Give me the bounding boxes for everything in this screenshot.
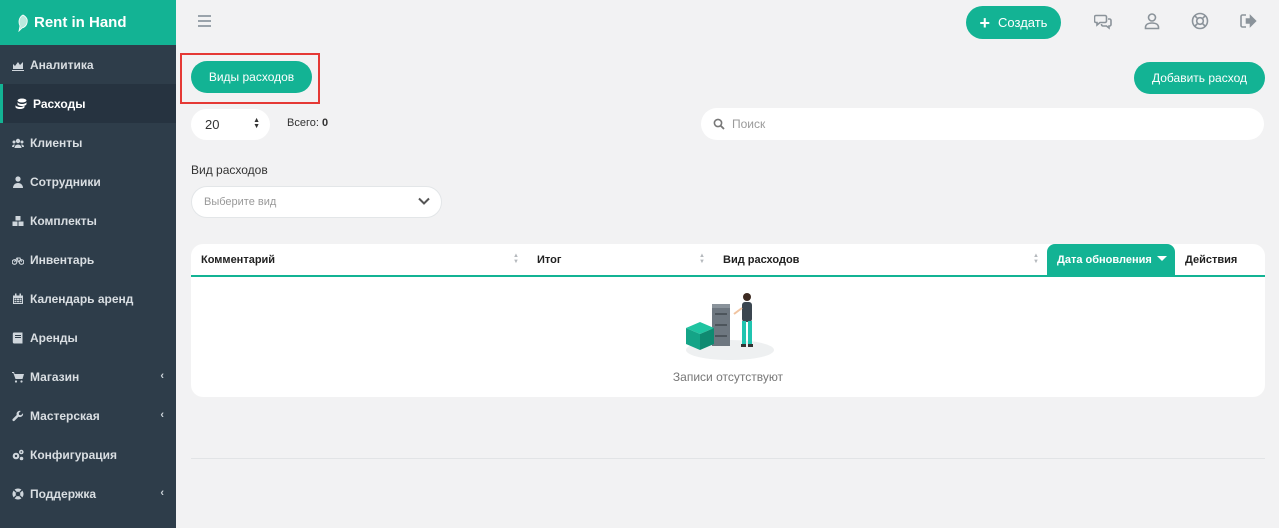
lifebuoy-icon bbox=[11, 488, 24, 500]
support-icon[interactable] bbox=[1191, 12, 1211, 32]
expenses-table: Комментарий ▲ ▼ Итог ▲ ▼ Вид расходов ▲ ▼ Д… bbox=[191, 244, 1265, 397]
book-icon bbox=[11, 332, 24, 344]
chevron-down-icon bbox=[418, 197, 430, 205]
filter-label: Вид расходов bbox=[191, 163, 268, 177]
menu-toggle-icon[interactable] bbox=[198, 15, 211, 27]
sidebar: Rent in Hand Аналитика Расходы Клиенты С… bbox=[0, 0, 176, 528]
sidebar-item-rentals[interactable]: Аренды bbox=[0, 318, 176, 357]
sort-icon: ▲ ▼ bbox=[699, 253, 705, 265]
chart-icon bbox=[11, 59, 24, 71]
sort-icon: ▲ ▼ bbox=[513, 253, 519, 265]
calendar-icon bbox=[11, 293, 24, 305]
sidebar-item-label: Аналитика bbox=[30, 57, 94, 72]
empty-state-illustration bbox=[686, 293, 774, 360]
sidebar-item-label: Конфигурация bbox=[30, 447, 118, 462]
create-button-label: Создать bbox=[998, 15, 1048, 30]
total-count: Всего: 0 bbox=[287, 117, 328, 129]
caret-down-icon bbox=[1157, 256, 1167, 261]
sidebar-item-workshop[interactable]: Мастерская ‹ bbox=[0, 396, 176, 435]
sidebar-item-rental-calendar[interactable]: Календарь аренд bbox=[0, 279, 176, 318]
add-expense-button[interactable]: Добавить расход bbox=[1134, 62, 1265, 94]
column-label: Действия bbox=[1185, 253, 1238, 266]
plus-icon: + bbox=[979, 12, 991, 33]
sidebar-item-label: Мастерская bbox=[30, 408, 100, 423]
sidebar-item-expenses[interactable]: Расходы bbox=[0, 84, 176, 123]
coins-icon bbox=[14, 98, 27, 110]
page-size-select[interactable]: 20 ▲ ▼ bbox=[191, 109, 270, 140]
cogs-icon bbox=[11, 449, 24, 461]
column-header-total[interactable]: Итог ▲ ▼ bbox=[527, 244, 713, 275]
expense-type-select[interactable]: Выберите вид bbox=[191, 186, 442, 218]
add-expense-button-label: Добавить расход bbox=[1152, 71, 1247, 85]
sidebar-nav: Аналитика Расходы Клиенты Сотрудники Ком… bbox=[0, 45, 176, 513]
column-header-actions: Действия bbox=[1175, 244, 1265, 275]
expense-type-placeholder: Выберите вид bbox=[204, 196, 277, 208]
sidebar-item-employees[interactable]: Сотрудники bbox=[0, 162, 176, 201]
sort-icon: ▲ ▼ bbox=[1033, 253, 1039, 265]
topbar: + Создать bbox=[176, 0, 1279, 45]
bicycle-icon bbox=[11, 254, 24, 266]
sidebar-item-kits[interactable]: Комплекты bbox=[0, 201, 176, 240]
chevron-left-icon: ‹ bbox=[160, 487, 164, 499]
column-header-expense-type[interactable]: Вид расходов ▲ ▼ bbox=[713, 244, 1047, 275]
logout-icon[interactable] bbox=[1239, 12, 1259, 32]
sidebar-item-shop[interactable]: Магазин ‹ bbox=[0, 357, 176, 396]
sidebar-item-label: Магазин bbox=[30, 369, 80, 384]
chevron-left-icon: ‹ bbox=[160, 409, 164, 421]
sidebar-item-inventory[interactable]: Инвентарь bbox=[0, 240, 176, 279]
sidebar-item-label: Поддержка bbox=[30, 486, 97, 501]
sidebar-item-label: Комплекты bbox=[30, 213, 97, 228]
column-header-updated-date[interactable]: Дата обновления bbox=[1047, 244, 1175, 275]
wrench-icon bbox=[11, 410, 24, 422]
divider bbox=[191, 458, 1265, 459]
sidebar-item-label: Календарь аренд bbox=[30, 291, 134, 306]
table-header: Комментарий ▲ ▼ Итог ▲ ▼ Вид расходов ▲ ▼ Д… bbox=[191, 244, 1265, 277]
users-icon bbox=[11, 137, 24, 149]
search-icon bbox=[713, 118, 725, 130]
sidebar-item-configuration[interactable]: Конфигурация bbox=[0, 435, 176, 474]
column-label: Итог bbox=[537, 253, 562, 266]
create-button[interactable]: + Создать bbox=[966, 6, 1061, 39]
sidebar-item-analytics[interactable]: Аналитика bbox=[0, 45, 176, 84]
column-label: Дата обновления bbox=[1057, 253, 1152, 266]
column-label: Вид расходов bbox=[723, 253, 800, 266]
search-input[interactable] bbox=[732, 117, 1232, 131]
search-box bbox=[701, 108, 1264, 140]
sidebar-item-clients[interactable]: Клиенты bbox=[0, 123, 176, 162]
page-size-value: 20 bbox=[205, 117, 220, 132]
user-icon[interactable] bbox=[1143, 12, 1163, 32]
sidebar-item-label: Клиенты bbox=[30, 135, 83, 150]
highlight-box bbox=[180, 53, 320, 104]
sidebar-item-label: Сотрудники bbox=[30, 174, 101, 189]
empty-state: Записи отсутствуют bbox=[191, 286, 1265, 384]
sidebar-item-support[interactable]: Поддержка ‹ bbox=[0, 474, 176, 513]
chat-icon[interactable] bbox=[1093, 12, 1114, 32]
boxes-icon bbox=[11, 215, 24, 227]
brand[interactable]: Rent in Hand bbox=[0, 0, 176, 45]
logo-icon bbox=[18, 14, 28, 32]
total-label: Всего: bbox=[287, 117, 319, 129]
brand-name: Rent in Hand bbox=[34, 14, 127, 31]
cart-icon bbox=[11, 371, 24, 383]
column-label: Комментарий bbox=[201, 253, 276, 266]
user-tie-icon bbox=[11, 175, 24, 188]
total-value: 0 bbox=[321, 117, 329, 129]
column-header-comment[interactable]: Комментарий ▲ ▼ bbox=[191, 244, 527, 275]
chevron-left-icon: ‹ bbox=[160, 370, 164, 382]
sidebar-item-label: Аренды bbox=[30, 330, 78, 345]
sidebar-item-label: Расходы bbox=[33, 96, 86, 111]
sort-arrows-icon: ▲ ▼ bbox=[253, 117, 260, 130]
empty-state-text: Записи отсутствуют bbox=[672, 370, 784, 384]
sidebar-item-label: Инвентарь bbox=[30, 252, 95, 267]
